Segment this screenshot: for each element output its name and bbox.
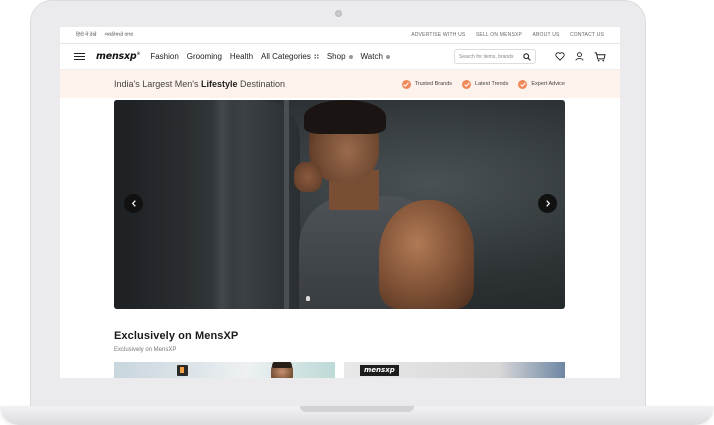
nav-shop[interactable]: Shop — [327, 52, 353, 61]
exclusive-card[interactable]: mensxp — [344, 362, 565, 378]
top-utility-bar: हिंदी में देखें मराठीमध्ये वाचा ADVERTIS… — [60, 27, 620, 44]
laptop-mockup: हिंदी में देखें मराठीमध्ये वाचा ADVERTIS… — [0, 0, 714, 425]
camera-icon — [335, 10, 342, 17]
carousel-prev-button[interactable] — [124, 194, 143, 213]
utility-links: ADVERTISE WITH US SELL ON MENSXP ABOUT U… — [402, 32, 604, 38]
sell-link[interactable]: SELL ON MENSXP — [476, 32, 522, 38]
badge-label: Latest Trends — [475, 81, 509, 87]
promo-strip: India's Largest Men's Lifestyle Destinat… — [60, 70, 620, 98]
chevron-left-icon — [131, 200, 136, 207]
nav-shop-label: Shop — [326, 52, 346, 61]
tagline-bold: Lifestyle — [200, 79, 238, 89]
language-links: हिंदी में देखें मराठीमध्ये वाचा — [76, 32, 140, 38]
site-tagline: India's Largest Men's Lifestyle Destinat… — [114, 79, 285, 89]
contact-link[interactable]: CONTACT US — [570, 32, 604, 38]
advertise-link[interactable]: ADVERTISE WITH US — [411, 32, 465, 38]
carousel-pager-dot[interactable] — [306, 296, 310, 301]
nav-grooming[interactable]: Grooming — [187, 52, 222, 61]
main-navbar: mensxp® Fashion Grooming Health All Cate… — [60, 44, 620, 70]
nav-fashion[interactable]: Fashion — [150, 52, 178, 61]
chevron-right-icon — [545, 200, 550, 207]
badge-label: Trusted Brands — [414, 81, 453, 87]
brand-logo-icon — [177, 365, 188, 376]
tagline-pre: India's Largest Men's — [114, 79, 201, 89]
primary-nav: Fashion Grooming Health All Categories S… — [150, 52, 398, 61]
badge-trusted-brands: Trusted Brands — [401, 79, 453, 89]
check-icon — [462, 79, 472, 89]
search-box[interactable] — [454, 49, 536, 64]
nav-watch[interactable]: Watch — [361, 52, 390, 61]
cart-icon[interactable] — [594, 51, 606, 62]
trust-badges: Trusted Brands Latest Trends Expert Advi… — [392, 79, 565, 89]
badge-expert-advice: Expert Advice — [518, 79, 565, 89]
check-icon — [518, 79, 528, 89]
site-logo[interactable]: mensxp® — [96, 50, 141, 63]
language-hindi-link[interactable]: हिंदी में देखें — [76, 32, 96, 38]
search-icon[interactable] — [523, 52, 531, 61]
menu-icon[interactable] — [74, 52, 85, 61]
nav-all-categories-label: All Categories — [261, 52, 311, 61]
laptop-screen: हिंदी में देखें मराठीमध्ये वाचा ADVERTIS… — [60, 27, 620, 378]
logo-text: mensxp — [96, 51, 137, 63]
nav-all-categories[interactable]: All Categories — [261, 52, 319, 61]
card-person-hair — [272, 362, 292, 368]
user-icon[interactable] — [575, 52, 584, 61]
hero-person-arm — [379, 200, 474, 309]
dot-icon — [348, 54, 353, 59]
grid-icon — [313, 54, 319, 59]
punching-bag-shine — [212, 100, 232, 309]
language-marathi-link[interactable]: मराठीमध्ये वाचा — [105, 32, 133, 38]
mensxp-logo: mensxp — [360, 365, 399, 376]
badge-label: Expert Advice — [531, 81, 565, 87]
punching-bag-chain — [284, 100, 289, 309]
tagline-post: Destination — [237, 79, 286, 89]
hero-person-hair — [304, 100, 386, 134]
carousel-next-button[interactable] — [538, 194, 557, 213]
logo-mark: ® — [136, 50, 141, 56]
search-input[interactable] — [459, 53, 521, 60]
nav-health[interactable]: Health — [230, 52, 253, 61]
about-link[interactable]: ABOUT US — [532, 32, 559, 38]
section-title: Exclusively on MensXP — [114, 330, 239, 342]
exclusive-card[interactable] — [114, 362, 335, 378]
badge-latest-trends: Latest Trends — [462, 79, 509, 89]
hero-carousel[interactable] — [114, 100, 565, 309]
dot-icon — [385, 54, 390, 59]
nav-actions — [454, 49, 606, 64]
laptop-notch — [300, 406, 414, 412]
check-icon — [401, 79, 411, 89]
section-subtitle: Exclusively on MensXP — [114, 347, 177, 353]
wishlist-icon[interactable] — [555, 52, 565, 61]
hero-person-fist — [294, 162, 322, 192]
nav-watch-label: Watch — [360, 52, 383, 61]
